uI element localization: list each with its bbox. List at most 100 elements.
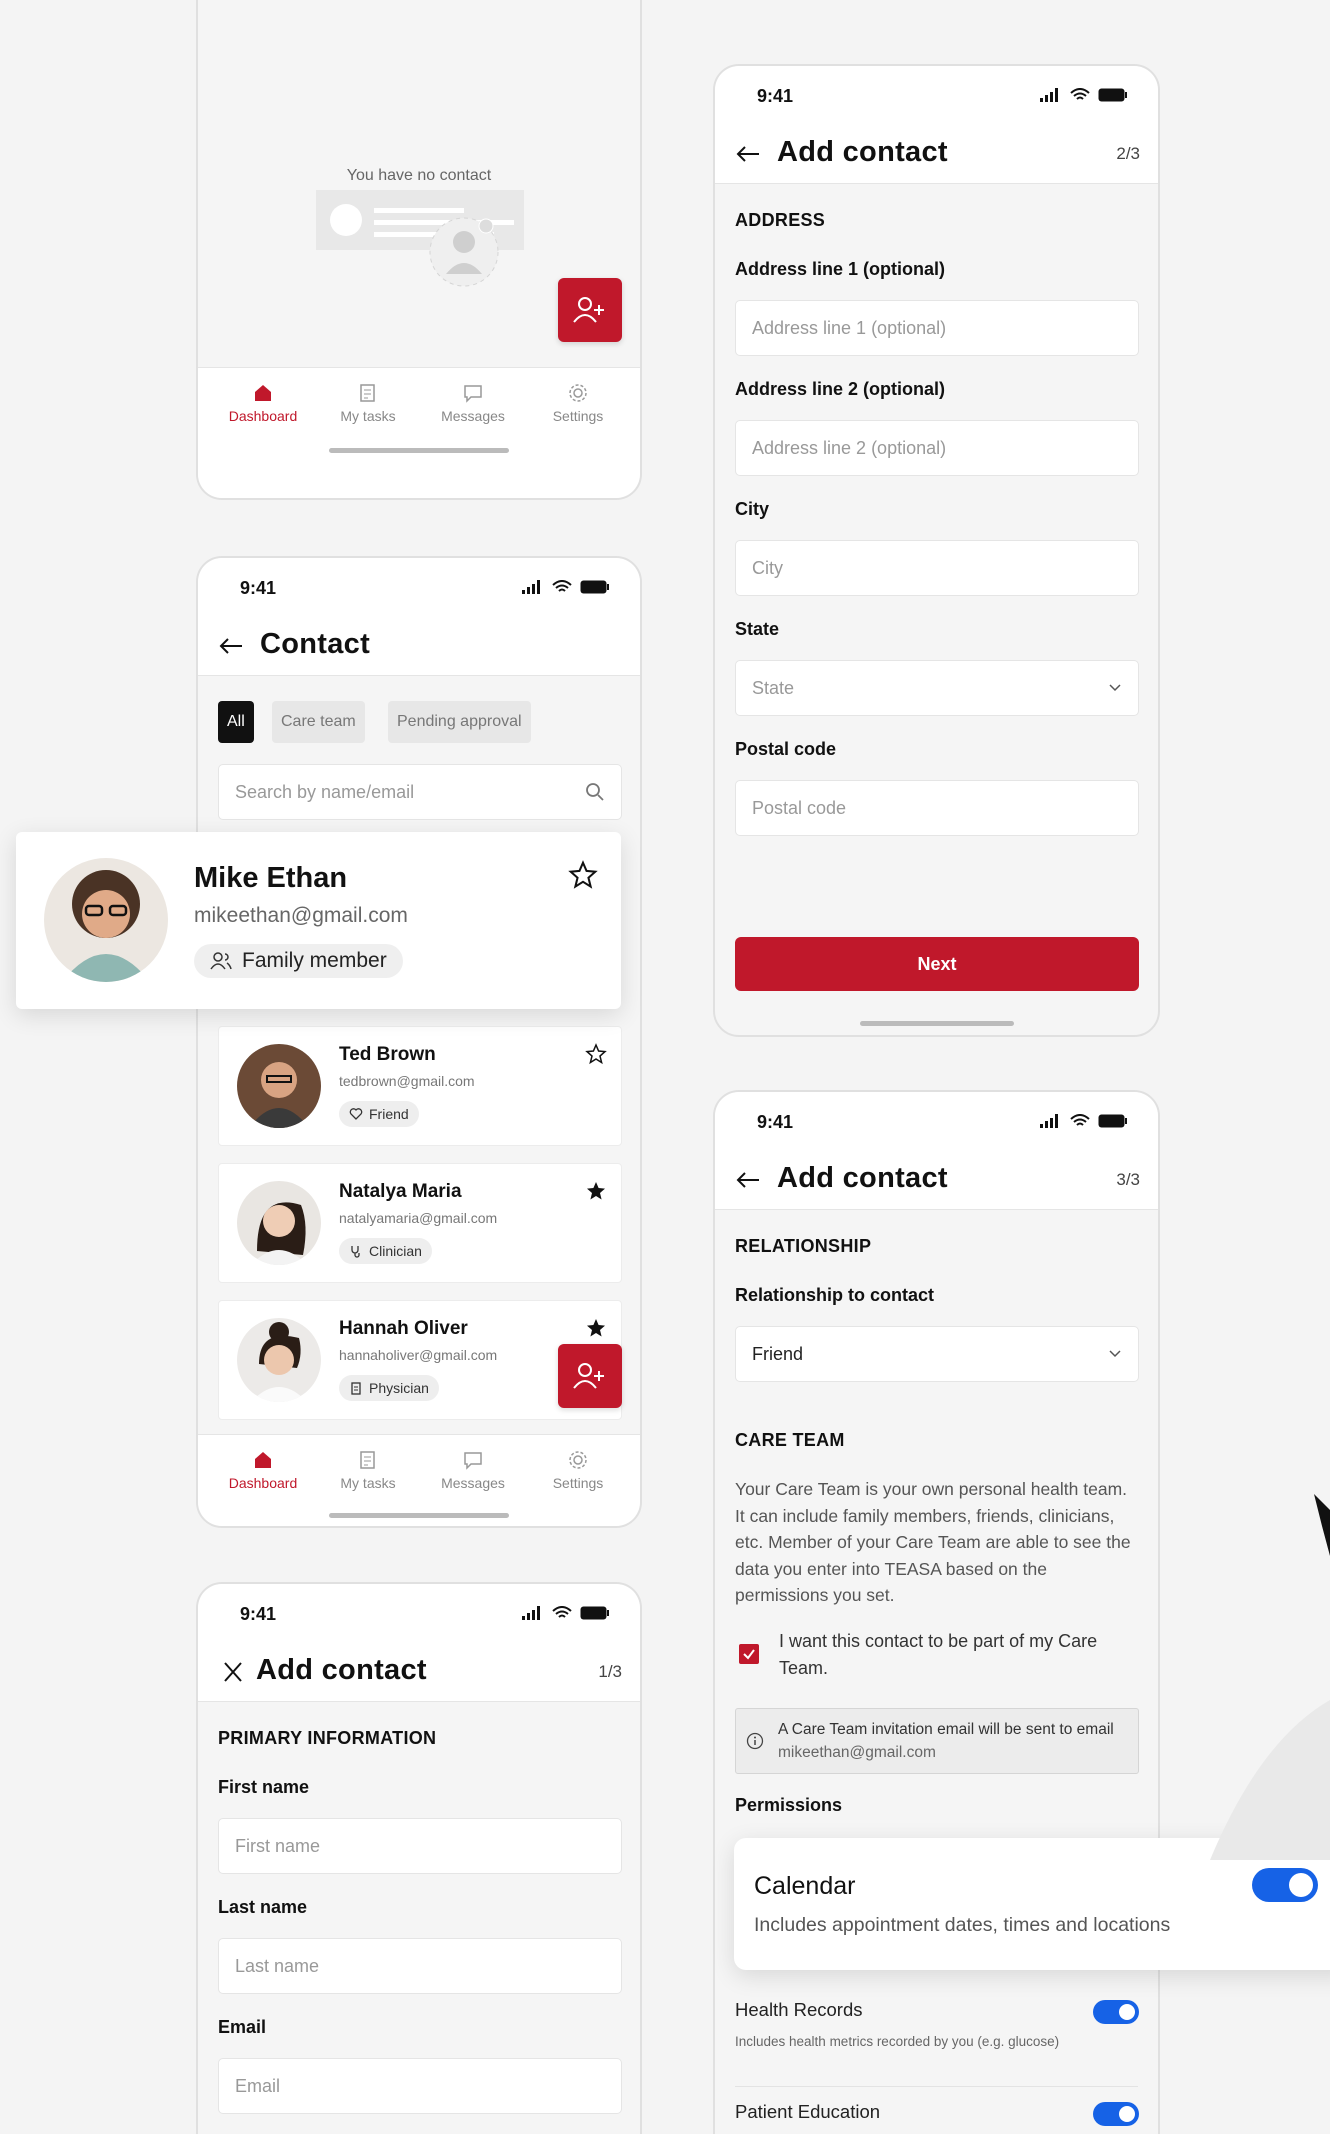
- info-email: mikeethan@gmail.com: [778, 1744, 936, 1761]
- city-field[interactable]: City: [735, 540, 1139, 596]
- address-line2-field[interactable]: Address line 2 (optional): [735, 420, 1139, 476]
- back-arrow-icon[interactable]: [735, 1170, 761, 1190]
- nav-dashboard-label: Dashboard: [228, 408, 298, 424]
- signal-icon: [522, 1606, 540, 1620]
- home-indicator: [329, 1513, 509, 1518]
- nav-my-tasks[interactable]: My tasks: [318, 1449, 418, 1491]
- section-heading: PRIMARY INFORMATION: [218, 1728, 437, 1748]
- add-contact-header: Add contact 1/3: [198, 1640, 640, 1702]
- address-line1-field[interactable]: Address line 1 (optional): [735, 300, 1139, 356]
- nav-settings[interactable]: Settings: [528, 382, 628, 424]
- star-filled-icon[interactable]: [585, 1317, 607, 1339]
- next-button[interactable]: Next: [735, 937, 1139, 991]
- status-bar: 9:41: [715, 66, 1158, 122]
- heart-icon: [349, 1108, 363, 1120]
- star-outline-icon[interactable]: [585, 1043, 607, 1065]
- list-item[interactable]: Natalya Maria natalyamaria@gmail.com Cli…: [218, 1163, 622, 1283]
- search-placeholder: Search by name/email: [235, 781, 415, 802]
- filter-care-team[interactable]: Care team: [272, 701, 365, 743]
- step-indicator: 2/3: [1116, 144, 1140, 163]
- wifi-icon: [552, 580, 572, 592]
- email-field[interactable]: Email: [218, 2058, 622, 2114]
- add-contact-fab[interactable]: [558, 278, 622, 342]
- relationship-select[interactable]: Friend: [735, 1326, 1139, 1382]
- contact-email: tedbrown@gmail.com: [339, 1073, 475, 1089]
- add-contact-fab[interactable]: [558, 1344, 622, 1408]
- phone-add-contact-step3: 9:41 Add contact 3/3 RELATIONSHIP Relati…: [713, 1090, 1160, 2134]
- status-icons: [522, 580, 610, 594]
- add-contact-header: Add contact 3/3: [715, 1148, 1158, 1210]
- section-heading: RELATIONSHIP: [735, 1236, 872, 1256]
- filter-all[interactable]: All: [218, 701, 254, 743]
- nav-my-tasks-label: My tasks: [340, 1475, 396, 1491]
- page-title: Add contact: [256, 1654, 427, 1686]
- tasks-icon: [360, 384, 375, 402]
- badge-label: Clinician: [369, 1243, 422, 1259]
- nav-messages[interactable]: Messages: [423, 382, 523, 424]
- phone-add-contact-step2: 9:41 Add contact 2/3 ADDRESS Address lin…: [713, 64, 1160, 1037]
- patient-education-title: Patient Education: [735, 2101, 881, 2122]
- nav-dashboard[interactable]: Dashboard: [213, 382, 313, 424]
- health-records-toggle[interactable]: [1093, 2000, 1139, 2024]
- chevron-down-icon: [1109, 1350, 1121, 1358]
- relationship-badge: Physician: [339, 1375, 439, 1401]
- signal-icon: [1040, 88, 1058, 102]
- contact-name: Natalya Maria: [339, 1181, 462, 1202]
- nav-settings[interactable]: Settings: [528, 1449, 628, 1491]
- status-time: 9:41: [757, 86, 794, 106]
- avatar: [44, 858, 168, 982]
- featured-name: Mike Ethan: [194, 862, 348, 894]
- nav-my-tasks[interactable]: My tasks: [318, 382, 418, 424]
- star-outline-icon[interactable]: [568, 860, 598, 890]
- filter-pending-approval[interactable]: Pending approval: [388, 701, 531, 743]
- nav-messages[interactable]: Messages: [423, 1449, 523, 1491]
- phone-contact-list: 9:41 Contact All Care team Pending appro…: [196, 556, 642, 1528]
- empty-state-text: You have no contact: [346, 167, 492, 184]
- last-name-field[interactable]: Last name: [218, 1938, 622, 1994]
- battery-icon: [1098, 1114, 1127, 1128]
- avatar: [237, 1044, 321, 1128]
- last-name-placeholder: Last name: [235, 1955, 320, 1976]
- info-box: A Care Team invitation email will be sen…: [735, 1708, 1139, 1774]
- state-select[interactable]: State: [735, 660, 1139, 716]
- status-bar: 9:41: [198, 558, 640, 614]
- care-team-heading: CARE TEAM: [735, 1430, 845, 1450]
- list-item[interactable]: Ted Brown tedbrown@gmail.com Friend: [218, 1026, 622, 1146]
- calendar-toggle[interactable]: [1252, 1868, 1318, 1902]
- page-title: Add contact: [777, 1162, 948, 1194]
- badge-label: Family member: [242, 949, 387, 972]
- postal-code-field[interactable]: Postal code: [735, 780, 1139, 836]
- permissions-label: Permissions: [735, 1795, 843, 1815]
- health-records-title: Health Records: [735, 1999, 863, 2020]
- badge-label: Friend: [369, 1106, 409, 1122]
- checkbox-label[interactable]: I want this contact to be part of my Car…: [779, 1628, 1109, 1681]
- postal-code-label: Postal code: [735, 739, 837, 759]
- status-bar: 9:41: [715, 1092, 1158, 1148]
- first-name-field[interactable]: First name: [218, 1818, 622, 1874]
- patient-education-toggle[interactable]: [1093, 2102, 1139, 2126]
- status-bar: 9:41: [198, 1584, 640, 1640]
- nav-dashboard[interactable]: Dashboard: [213, 1449, 313, 1491]
- status-time: 9:41: [240, 578, 277, 598]
- search-input[interactable]: Search by name/email: [218, 764, 622, 820]
- featured-contact-card[interactable]: Mike Ethan mikeethan@gmail.com Family me…: [16, 832, 621, 1009]
- cursor-decoration: [1314, 1494, 1330, 1556]
- status-icons: [1040, 1114, 1128, 1128]
- home-icon: [255, 1452, 271, 1468]
- add-user-icon: [573, 297, 604, 323]
- info-icon: [746, 1732, 764, 1750]
- battery-icon: [1098, 88, 1127, 102]
- close-icon[interactable]: [220, 1662, 246, 1682]
- relationship-badge: Friend: [339, 1101, 419, 1127]
- back-arrow-icon[interactable]: [735, 144, 761, 164]
- search-icon: [586, 783, 604, 801]
- back-arrow-icon[interactable]: [218, 636, 244, 656]
- empty-illustration: [316, 190, 524, 287]
- care-team-checkbox[interactable]: [739, 1644, 759, 1664]
- star-filled-icon[interactable]: [585, 1180, 607, 1202]
- address-line2-placeholder: Address line 2 (optional): [752, 437, 947, 458]
- info-text: A Care Team invitation email will be sen…: [778, 1718, 1128, 1764]
- city-label: City: [735, 499, 770, 519]
- care-team-description: Your Care Team is your own personal heal…: [735, 1479, 1131, 1605]
- health-records-desc: Includes health metrics recorded by you …: [735, 2034, 1060, 2049]
